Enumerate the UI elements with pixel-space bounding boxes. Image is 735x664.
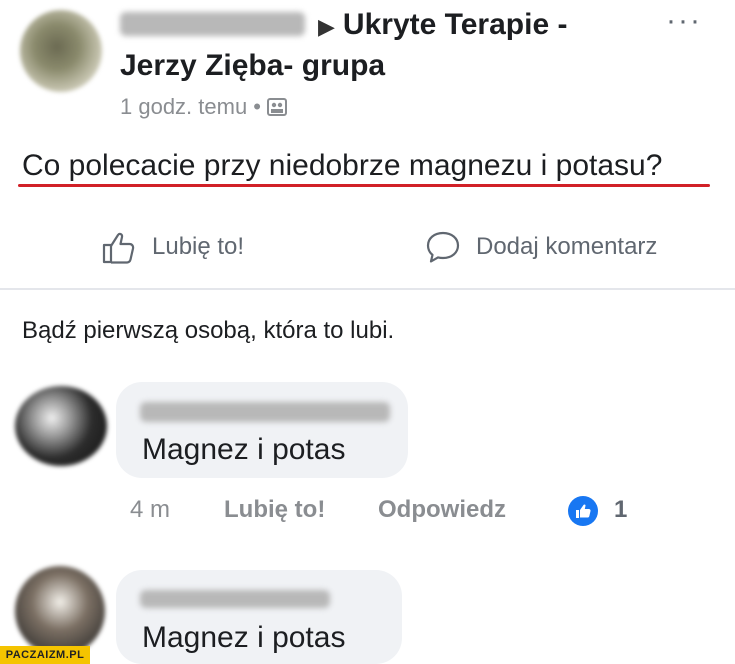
watermark-logo: PACZAIZM.PL: [0, 646, 90, 664]
group-name-line2[interactable]: Jerzy Zięba- grupa: [120, 46, 385, 86]
comment-like-link[interactable]: Lubię to!: [224, 494, 325, 526]
meta-separator: •: [253, 94, 261, 119]
group-name-line1[interactable]: ▶ Ukryte Terapie -: [318, 6, 567, 46]
comment-timestamp[interactable]: 4 m: [130, 494, 170, 526]
commenter-name-redacted[interactable]: [140, 590, 330, 608]
reaction-count[interactable]: 1: [614, 494, 627, 526]
thumbs-up-icon: [576, 504, 591, 518]
commenter-name-redacted[interactable]: [140, 402, 390, 422]
commenter-avatar[interactable]: [15, 566, 105, 656]
divider: [0, 288, 735, 290]
post-meta: 1 godz. temu •: [120, 92, 287, 122]
red-underline-annotation: [18, 184, 710, 187]
commenter-avatar[interactable]: [15, 386, 107, 466]
thumbs-up-icon: [102, 232, 135, 264]
post-text: Co polecacie przy niedobrze magnezu i po…: [22, 149, 663, 182]
post-timestamp[interactable]: 1 godz. temu: [120, 94, 247, 119]
like-button[interactable]: Lubię to!: [100, 227, 244, 267]
like-button-label: Lubię to!: [152, 233, 245, 260]
group-privacy-icon: [266, 98, 287, 116]
arrow-right-icon: ▶: [318, 14, 335, 39]
first-like-prompt: Bądź pierwszą osobą, która to lubi.: [22, 317, 395, 344]
post-author-avatar[interactable]: [20, 10, 102, 92]
comment-button-label: Dodaj komentarz: [476, 233, 658, 260]
author-name-redacted[interactable]: [120, 12, 305, 36]
comment-button[interactable]: Dodaj komentarz: [424, 227, 657, 267]
more-options-icon[interactable]: ···: [666, 6, 702, 36]
like-reaction-icon[interactable]: [568, 496, 598, 526]
comment-bubble-icon: [426, 231, 460, 263]
comment-reply-link[interactable]: Odpowiedz: [378, 494, 506, 526]
comment-text: Magnez i potas: [142, 621, 346, 654]
comment-text: Magnez i potas: [142, 433, 346, 466]
